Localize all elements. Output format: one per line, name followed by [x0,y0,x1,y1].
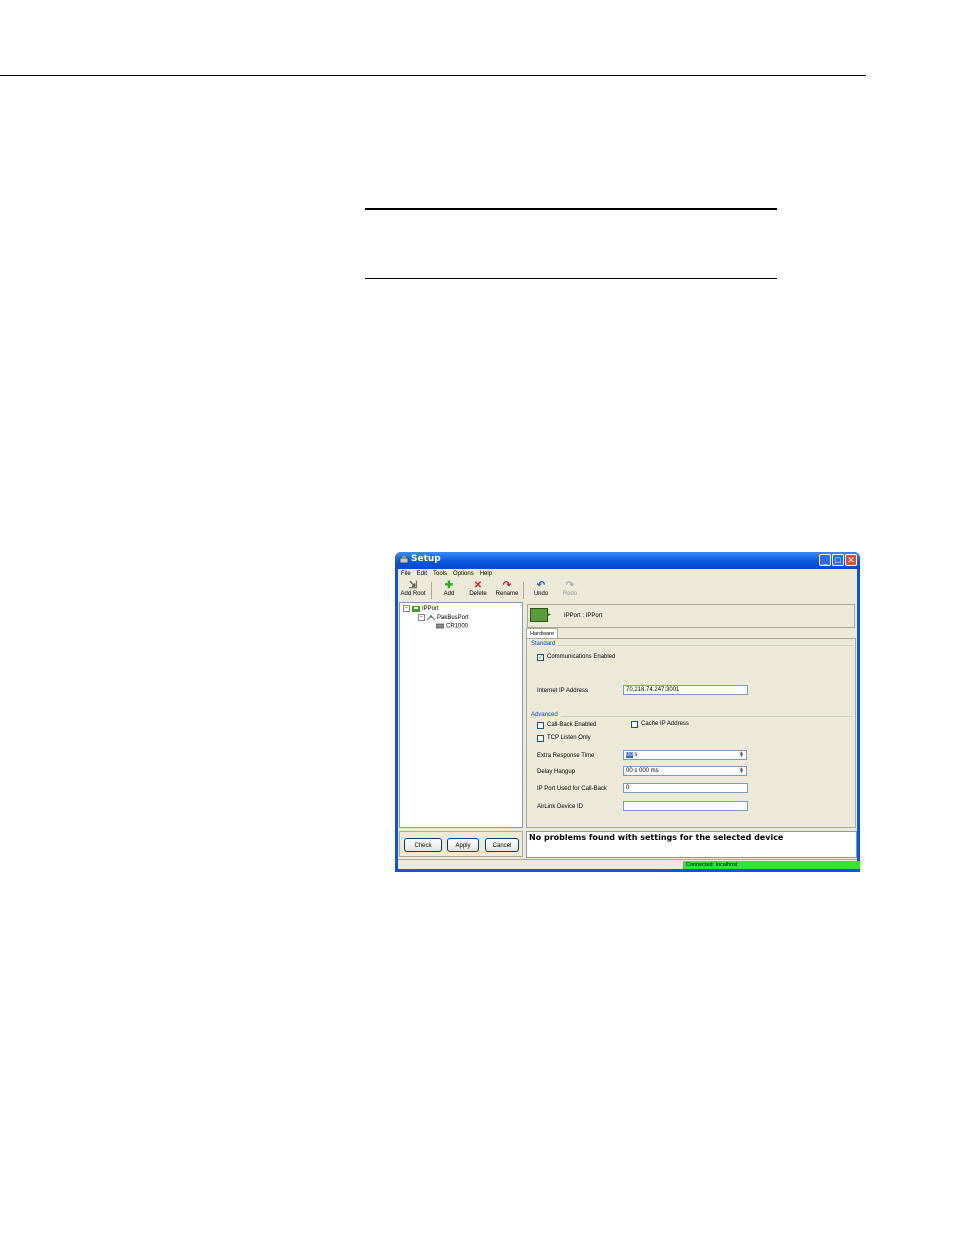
setup-window: Setup _ □ ✕ File Edit Tools Options Help ⇲ A… [395,552,860,872]
ipport-device-icon [530,608,548,622]
tree-label: IPPort [422,606,439,613]
device-header-label: IPPort : IPPort [564,613,603,619]
setup-app-icon [399,556,409,564]
delay-hangup-label: Delay Hangup [537,769,576,775]
rename-label: Rename [495,591,519,597]
add-root-icon: ⇲ [408,580,418,591]
cache-ip-label: Cache IP Address [641,721,689,727]
network-port-icon [412,605,420,612]
standard-group-title: Standard [531,641,556,647]
redo-button[interactable]: ↷ Redo [555,580,585,601]
extra-response-time-unit: s [632,752,638,758]
extra-response-time-selection: 00 [626,752,633,758]
window-client-area: File Edit Tools Options Help ⇲ Add Root ✚ Ad… [398,569,860,870]
tree-label: PakBusPort [437,615,469,622]
tcp-listen-only-label: TCP Listen Only [547,735,591,741]
rename-icon: ↷ [502,580,512,591]
undo-label: Undo [533,591,549,597]
delay-hangup-value: 00 s 000 ms [626,768,659,774]
ipport-callback-field[interactable]: 0 [623,783,748,793]
check-button[interactable]: Check [404,838,442,852]
airlink-device-id-label: AirLink Device ID [537,804,584,810]
extra-response-time-label: Extra Response Time [537,753,595,759]
delete-icon: ✕ [473,580,483,591]
menu-bar: File Edit Tools Options Help [398,569,857,579]
apply-button[interactable]: Apply [447,838,479,852]
communications-enabled-checkbox[interactable]: ✓ [537,654,544,661]
ipport-callback-label: IP Port Used for Call-Back [537,786,607,792]
delete-button[interactable]: ✕ Delete [463,580,493,601]
connection-status: Connected: localhost [683,861,860,869]
pakbus-port-icon [427,614,435,620]
spinner-icon[interactable]: ▲ ▼ [738,751,745,759]
close-button[interactable]: ✕ [845,554,857,566]
cache-ip-checkbox[interactable] [631,721,638,728]
check-results-message: No problems found with settings for the … [526,831,857,858]
datalogger-icon [436,623,444,629]
toolbar: ⇲ Add Root ✚ Add ✕ Delete ↷ Rename ↶ Und… [398,580,857,601]
add-root-label: Add Root [400,591,426,597]
extra-response-time-field[interactable]: 00 s ▲ ▼ [623,750,747,760]
callback-enabled-checkbox[interactable] [537,722,544,729]
undo-icon: ↶ [536,580,546,591]
left-button-row: Check Apply Cancel [399,831,523,857]
delete-label: Delete [469,591,487,597]
menu-tools[interactable]: Tools [433,571,447,577]
note-top-rule [365,208,777,210]
cancel-button[interactable]: Cancel [485,838,519,852]
tree-item-cr1000[interactable]: CR1000 [436,623,468,630]
status-bar: Connected: localhost [398,859,860,870]
minimize-button[interactable]: _ [819,554,831,566]
undo-button[interactable]: ↶ Undo [526,580,556,601]
menu-options[interactable]: Options [453,571,474,577]
menu-help[interactable]: Help [480,571,492,577]
page-top-rule [0,75,866,76]
callback-enabled-label: Call-Back Enabled [547,722,597,728]
tree-item-ipport[interactable]: − IPPort [403,605,439,612]
menu-edit[interactable]: Edit [417,571,427,577]
title-bar[interactable]: Setup _ □ ✕ [395,552,860,569]
collapse-toggle[interactable]: − [418,614,425,621]
group-divider [557,645,853,646]
add-root-button[interactable]: ⇲ Add Root [398,580,428,601]
window-title: Setup [411,554,441,564]
delay-hangup-field[interactable]: 00 s 000 ms ▲ ▼ [623,766,747,776]
tree-item-pakbusport[interactable]: − PakBusPort [418,614,469,621]
spinner-icon[interactable]: ▲ ▼ [738,767,745,775]
ip-address-field[interactable]: 70.218.74.247:3001 [623,685,748,695]
group-divider [561,716,853,717]
tab-hardware[interactable]: Hardware [526,628,558,638]
toolbar-separator [431,582,432,599]
device-tree[interactable]: − IPPort − PakBusPort CR1000 [399,602,523,828]
airlink-device-id-field[interactable] [623,801,748,811]
communications-enabled-label: Communications Enabled [547,654,616,660]
redo-label: Redo [562,591,578,597]
tcp-listen-only-checkbox[interactable] [537,735,544,742]
ip-address-label: Internet IP Address [537,688,588,694]
device-arrow-icon: ▸ [548,612,552,618]
redo-icon: ↷ [565,580,575,591]
rename-button[interactable]: ↷ Rename [492,580,522,601]
note-bottom-rule [365,278,777,279]
advanced-group-title: Advanced [531,712,558,718]
device-header: ▸ IPPort : IPPort [527,604,855,628]
collapse-toggle[interactable]: − [403,605,410,612]
add-button[interactable]: ✚ Add [434,580,464,601]
maximize-button[interactable]: □ [832,554,844,566]
hardware-panel: Standard ✓ Communications Enabled Intern… [526,638,856,828]
add-label: Add [443,591,455,597]
tree-label: CR1000 [446,623,469,630]
add-icon: ✚ [444,580,454,591]
toolbar-separator [523,582,524,599]
menu-file[interactable]: File [401,571,411,577]
